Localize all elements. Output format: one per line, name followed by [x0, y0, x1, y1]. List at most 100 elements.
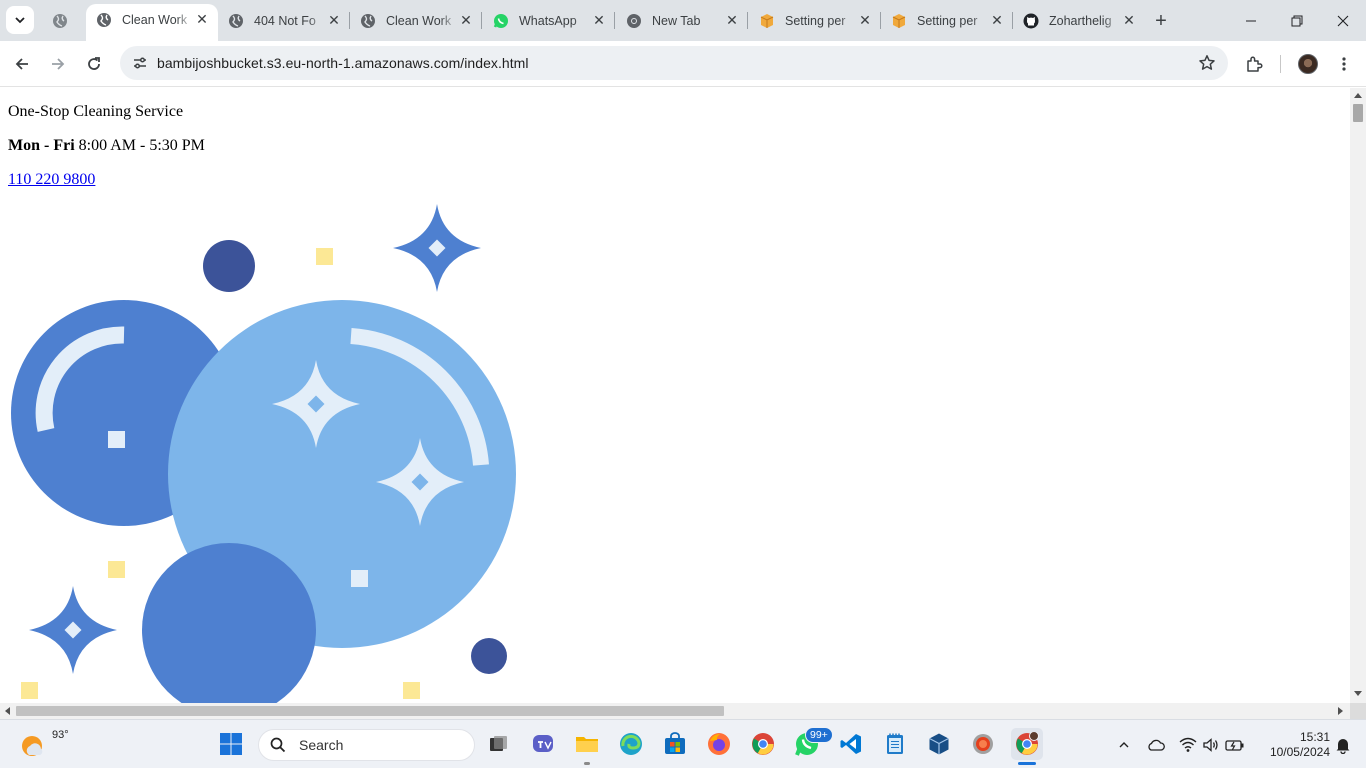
avatar	[1298, 54, 1318, 74]
close-tab-icon[interactable]: ✕	[989, 12, 1005, 29]
vertical-scrollbar[interactable]	[1350, 88, 1366, 703]
store-icon	[665, 732, 685, 754]
battery-icon[interactable]	[1225, 735, 1245, 755]
close-tab-icon[interactable]: ✕	[591, 12, 607, 29]
address-bar[interactable]: bambijoshbucket.s3.eu-north-1.amazonaws.…	[120, 46, 1228, 80]
reload-icon	[88, 57, 100, 70]
new-tab-button[interactable]: +	[1148, 8, 1174, 34]
tab-separator	[481, 12, 482, 29]
clock-date: 10/05/2024	[1269, 745, 1330, 759]
taskbar-search[interactable]: Search	[258, 729, 475, 761]
tab-title: Zoharthelig	[1049, 13, 1112, 28]
edge-icon	[620, 733, 642, 755]
close-tab-icon[interactable]: ✕	[1121, 12, 1137, 29]
firefox-button[interactable]	[703, 728, 735, 760]
system-clock[interactable]: 15:31 10/05/2024	[1254, 730, 1330, 760]
chrome-icon	[1016, 732, 1039, 755]
tab-404[interactable]: 404 Not Fo ✕	[218, 6, 350, 35]
globe-icon	[96, 12, 112, 28]
weather-sun-icon	[22, 736, 43, 756]
virtualbox-icon	[929, 733, 949, 755]
temperature: 93°	[52, 729, 69, 741]
yellow-square	[108, 561, 125, 578]
hours-time: 8:00 AM - 5:30 PM	[74, 137, 205, 154]
close-tab-icon[interactable]: ✕	[194, 11, 210, 28]
tab-title: WhatsApp	[519, 13, 577, 28]
close-tab-icon[interactable]: ✕	[458, 12, 474, 29]
chrome-profile-button[interactable]	[1011, 728, 1043, 760]
screen-recorder-button[interactable]	[967, 728, 999, 760]
microsoft-store-button[interactable]	[659, 728, 691, 760]
scroll-up-arrow-icon[interactable]	[1354, 93, 1362, 98]
extensions-button[interactable]	[1238, 48, 1270, 80]
start-button[interactable]	[215, 728, 247, 760]
search-placeholder: Search	[299, 737, 344, 753]
yellow-square	[403, 682, 420, 699]
forward-button[interactable]	[42, 48, 74, 80]
menu-button[interactable]	[1328, 48, 1360, 80]
reload-button[interactable]	[78, 48, 110, 80]
profile-button[interactable]	[1292, 48, 1324, 80]
task-view-button[interactable]	[482, 728, 514, 760]
arrow-right-icon	[52, 58, 65, 70]
back-button[interactable]	[6, 48, 38, 80]
close-window-button[interactable]	[1320, 0, 1366, 41]
close-tab-icon[interactable]: ✕	[326, 12, 342, 29]
vscode-button[interactable]	[835, 728, 867, 760]
url-text[interactable]: bambijoshbucket.s3.eu-north-1.amazonaws.…	[157, 55, 529, 71]
tab-title: Clean Work	[122, 12, 188, 27]
phone-link[interactable]: 110 220 9800	[8, 171, 95, 188]
tab-title: Setting per	[917, 13, 978, 28]
horizontal-scrollbar[interactable]	[0, 703, 1350, 719]
tab-title: Setting per	[785, 13, 846, 28]
minimize-button[interactable]	[1228, 0, 1274, 41]
restore-icon	[1291, 15, 1303, 26]
puzzle-icon	[1247, 56, 1263, 72]
close-tab-icon[interactable]: ✕	[724, 12, 740, 29]
business-hours: Mon - Fri 8:00 AM - 5:30 PM	[8, 137, 205, 155]
weather-widget[interactable]: 93°	[20, 729, 69, 761]
kebab-menu-icon	[1342, 57, 1346, 71]
tab-clean-work-active[interactable]: Clean Work ✕	[86, 4, 218, 41]
tab-pinned[interactable]	[44, 6, 76, 35]
task-view-icon	[490, 736, 507, 751]
virtualbox-button[interactable]	[923, 728, 955, 760]
notifications-bell-icon[interactable]	[1333, 735, 1353, 755]
tagline: One-Stop Cleaning Service	[8, 103, 184, 120]
tab-strip: Clean Work ✕ 404 Not Fo ✕ Clean Work ✕ W…	[0, 0, 1366, 41]
close-tab-icon[interactable]: ✕	[857, 12, 873, 29]
horizontal-scroll-thumb[interactable]	[16, 706, 724, 716]
scroll-right-arrow-icon[interactable]	[1338, 707, 1343, 715]
volume-icon[interactable]	[1201, 735, 1221, 755]
site-info-icon[interactable]	[128, 51, 152, 75]
wifi-icon[interactable]	[1178, 735, 1198, 755]
tab-new-tab[interactable]: New Tab ✕	[616, 6, 748, 35]
teams-chat-button[interactable]	[527, 728, 559, 760]
vertical-scroll-thumb[interactable]	[1353, 104, 1363, 122]
file-explorer-button[interactable]	[571, 728, 603, 760]
tab-github[interactable]: Zoharthelig ✕	[1013, 6, 1145, 35]
clock-time: 15:31	[1299, 730, 1330, 744]
arrow-left-icon	[15, 58, 28, 70]
tab-title: New Tab	[652, 13, 701, 28]
tab-whatsapp[interactable]: WhatsApp ✕	[483, 6, 615, 35]
github-icon	[1023, 13, 1039, 29]
chrome-button[interactable]	[747, 728, 779, 760]
onedrive-icon[interactable]	[1146, 735, 1166, 755]
restore-button[interactable]	[1274, 0, 1320, 41]
edge-button[interactable]	[615, 728, 647, 760]
tab-search-button[interactable]	[6, 6, 34, 34]
tab-setting-permissions-1[interactable]: Setting per ✕	[749, 6, 881, 35]
scroll-down-arrow-icon[interactable]	[1354, 691, 1362, 696]
bookmark-star-icon[interactable]	[1196, 52, 1218, 74]
record-icon	[973, 734, 993, 754]
notepad-button[interactable]	[879, 728, 911, 760]
tab-clean-work[interactable]: Clean Work ✕	[350, 6, 482, 35]
tab-separator	[614, 12, 615, 29]
chrome-icon	[752, 733, 774, 755]
show-hidden-icons-button[interactable]	[1114, 735, 1134, 755]
navy-dot	[471, 638, 507, 674]
scroll-left-arrow-icon[interactable]	[5, 707, 10, 715]
tab-setting-permissions-2[interactable]: Setting per ✕	[881, 6, 1013, 35]
scrollbar-corner	[1350, 703, 1366, 719]
